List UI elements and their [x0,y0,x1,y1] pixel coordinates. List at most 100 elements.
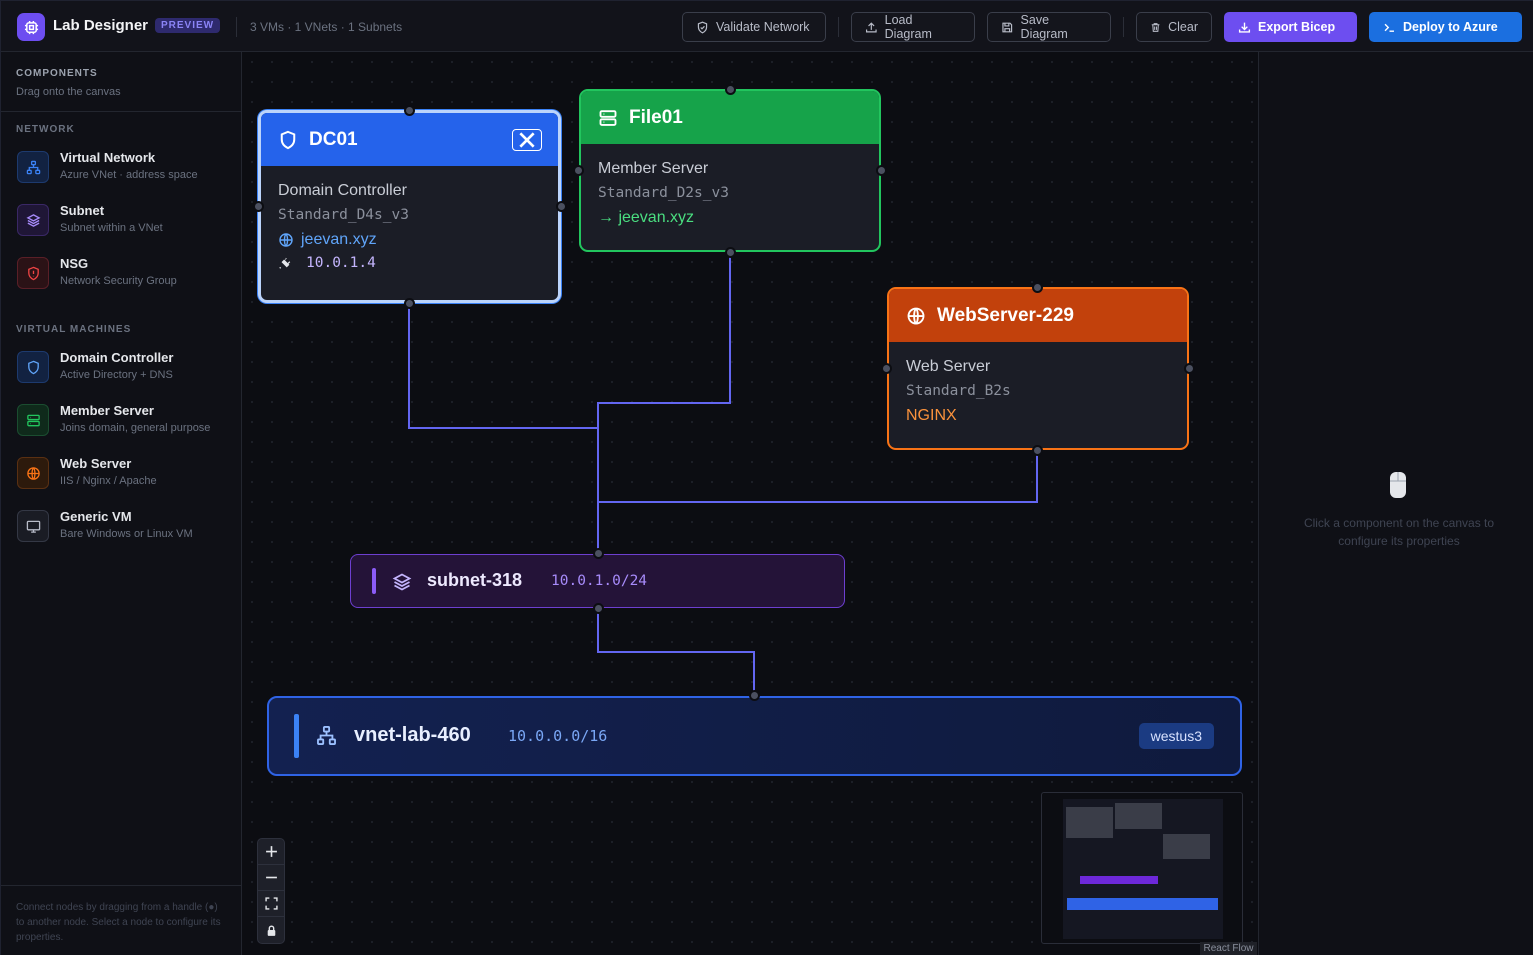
node-role: Web Server [906,358,991,375]
handle-dc01-top[interactable] [404,105,415,116]
mouse-icon [1390,472,1406,498]
trash-icon [1151,22,1160,32]
palette-item-subnet[interactable]: Subnet Subnet within a VNet [17,202,232,242]
node-vm-size: Standard_B2s [906,383,1011,399]
handle-subnet-top[interactable] [593,548,604,559]
close-icon[interactable] [512,129,542,151]
sidebar-help-text: Connect nodes by dragging from a handle … [16,902,221,943]
minimap[interactable] [1041,792,1243,944]
fit-view-button[interactable] [258,891,284,917]
handle-file01-bottom[interactable] [725,247,736,258]
validate-network-button[interactable]: Validate Network [682,12,826,42]
node-domain-row: jeevan.xyz [278,231,541,249]
header-divider [236,17,237,37]
load-diagram-button[interactable]: Load Diagram [851,12,975,42]
components-sidebar: COMPONENTS Drag onto the canvas NETWORK … [1,52,242,955]
handle-file01-right[interactable] [876,165,887,176]
shield-check-icon [697,21,708,33]
header-divider [838,17,839,37]
node-subnet[interactable]: subnet-318 10.0.1.0/24 [350,554,845,608]
sidebar-title: COMPONENTS [16,68,98,79]
node-header: File01 [581,91,879,144]
minimap-viewport [1063,799,1223,939]
node-file01[interactable]: File01 Member Server Standard_D2s_v3 → j… [579,89,881,252]
zoom-out-button[interactable] [258,865,284,891]
minimap-node [1066,807,1113,838]
node-vm-size: Standard_D2s_v3 [598,185,729,201]
handle-web-bottom[interactable] [1032,445,1043,456]
header-divider [1123,17,1124,37]
palette-item-generic-vm[interactable]: Generic VM Bare Windows or Linux VM [17,508,232,548]
subnet-accent-bar [372,568,376,594]
handle-dc01-bottom[interactable] [404,298,415,309]
properties-panel: Click a component on the canvas to confi… [1258,52,1533,955]
preview-badge: PREVIEW [155,18,221,33]
deploy-to-azure-button[interactable]: Deploy to Azure [1369,12,1522,42]
layers-icon [17,204,49,236]
plus-icon [265,846,277,857]
subnet-name: subnet-318 [427,570,523,590]
minimap-node [1067,898,1218,910]
section-label-network: NETWORK [16,124,75,135]
vnet-cidr: 10.0.0.0/16 [508,727,608,745]
node-webserver[interactable]: WebServer-229 Web Server Standard_B2s NG… [887,287,1189,450]
handle-web-right[interactable] [1184,363,1195,374]
server-icon [17,404,49,436]
react-flow-attribution[interactable]: React Flow [1200,942,1257,955]
zoom-in-button[interactable] [258,839,284,865]
handle-dc01-right[interactable] [556,201,567,212]
shield-icon [17,351,49,383]
top-toolbar: Lab Designer PREVIEW 3 VMs · 1 VNets · 1… [1,1,1533,52]
minus-icon [265,876,277,879]
download-icon [1238,22,1251,33]
lock-button[interactable] [258,917,284,943]
app-logo-icon [17,13,45,41]
node-vnet[interactable]: vnet-lab-460 10.0.0.0/16 westus3 [267,696,1242,776]
palette-item-nsg[interactable]: NSG Network Security Group [17,255,232,295]
node-vm-size: Standard_D4s_v3 [278,207,409,223]
handle-web-left[interactable] [881,363,892,374]
node-role: Domain Controller [278,182,407,199]
vnet-region-badge: westus3 [1138,723,1214,749]
minimap-node [1115,803,1162,829]
handle-subnet-bottom[interactable] [593,603,604,614]
shield-icon [280,130,296,149]
lock-icon [267,924,275,936]
section-label-virtual-machines: VIRTUAL MACHINES [16,324,132,335]
handle-vnet-top[interactable] [749,690,760,701]
clear-button[interactable]: Clear [1136,12,1212,42]
save-icon [1002,22,1013,32]
node-web-stack: NGINX [906,407,957,424]
handle-web-top[interactable] [1032,282,1043,293]
server-icon [599,109,617,126]
node-dc01[interactable]: DC01 Domain Controller Standard_D4s_v3 j… [258,110,561,303]
globe-icon [279,233,293,247]
sidebar-footer-divider [1,885,242,886]
node-header: WebServer-229 [889,289,1187,342]
globe-icon [17,457,49,489]
palette-item-domain-controller[interactable]: Domain Controller Active Directory + DNS [17,349,232,389]
palette-item-web-server[interactable]: Web Server IIS / Nginx / Apache [17,455,232,495]
vnet-accent-bar [294,714,299,758]
minimap-node [1163,834,1210,859]
resource-counts: 3 VMs · 1 VNets · 1 Subnets [250,20,403,34]
app-brand: Lab Designer [53,17,149,34]
lab-designer-app: Lab Designer PREVIEW 3 VMs · 1 VNets · 1… [0,0,1533,955]
handle-file01-top[interactable] [725,84,736,95]
save-diagram-button[interactable]: Save Diagram [987,12,1111,42]
palette-item-virtual-network[interactable]: Virtual Network Azure VNet · address spa… [17,149,232,189]
handle-file01-left[interactable] [573,165,584,176]
palette-item-member-server[interactable]: Member Server Joins domain, general purp… [17,402,232,442]
globe-icon [907,307,925,324]
handle-dc01-left[interactable] [253,201,264,212]
minimap-node [1080,876,1158,884]
shield-alert-icon [17,257,49,289]
plug-icon [279,257,291,269]
sidebar-subtitle: Drag onto the canvas [16,86,121,98]
node-role: Member Server [598,160,709,177]
properties-empty-text: Click a component on the canvas to confi… [1303,516,1495,548]
network-icon [317,726,336,745]
upload-icon [865,21,877,32]
canvas-controls [257,838,285,944]
export-bicep-button[interactable]: Export Bicep [1224,12,1357,42]
